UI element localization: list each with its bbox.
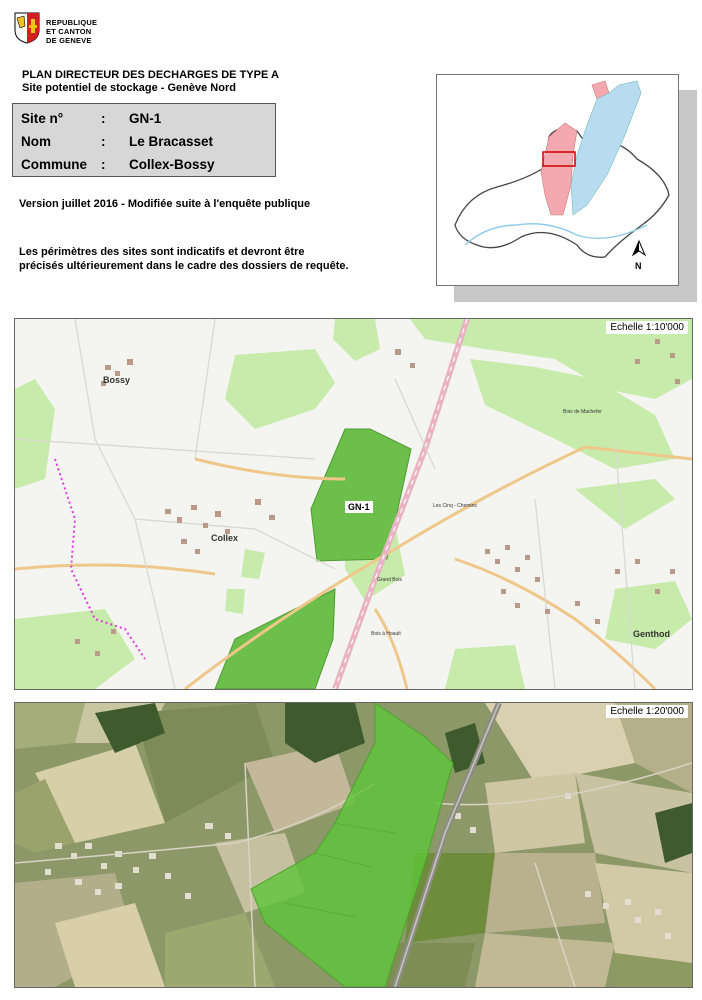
geneva-coat-of-arms-icon (14, 12, 40, 44)
place-bois-hoault: Bois à Hoault (371, 631, 401, 637)
north-arrow-icon: N (631, 239, 647, 271)
title-line-2: Site potentiel de stockage - Genève Nord (22, 82, 236, 94)
site-label: GN-1 (345, 501, 373, 513)
org-name: REPUBLIQUE ET CANTON DE GENEVE (46, 18, 98, 45)
site-info-box: Site n° : GN-1 Nom : Le Bracasset Commun… (12, 103, 276, 177)
place-grand-bois: Grand Bois (377, 577, 403, 583)
aerial-map[interactable]: Echelle 1:20'000 (14, 702, 693, 988)
canton-logo: REPUBLIQUE ET CANTON DE GENEVE (14, 12, 214, 52)
place-genthod: Genthod (633, 629, 670, 639)
scale-label: Echelle 1:20'000 (606, 705, 688, 718)
locator-map: N (436, 74, 679, 286)
place-bois-machefer: Bois de Machefer (563, 409, 602, 415)
svg-text:N: N (635, 261, 642, 271)
version-note: Version juillet 2016 - Modifiée suite à … (19, 198, 311, 210)
place-collex: Collex (211, 533, 238, 543)
detail-map[interactable]: Bossy Collex Genthod Grand Bois Bois de … (14, 318, 693, 690)
scale-label: Echelle 1:10'000 (606, 321, 688, 334)
svg-text:GN-1: GN-1 (348, 502, 370, 512)
perimeter-note: Les périmètres des sites sont indicatifs… (19, 246, 349, 272)
document-title: PLAN DIRECTEUR DES DECHARGES DE TYPE A S… (22, 69, 279, 95)
place-bossy: Bossy (103, 375, 130, 385)
place-cinq-chemins: Les Cinq - Chemins (433, 503, 477, 509)
title-line-1: PLAN DIRECTEUR DES DECHARGES DE TYPE A (22, 69, 279, 81)
